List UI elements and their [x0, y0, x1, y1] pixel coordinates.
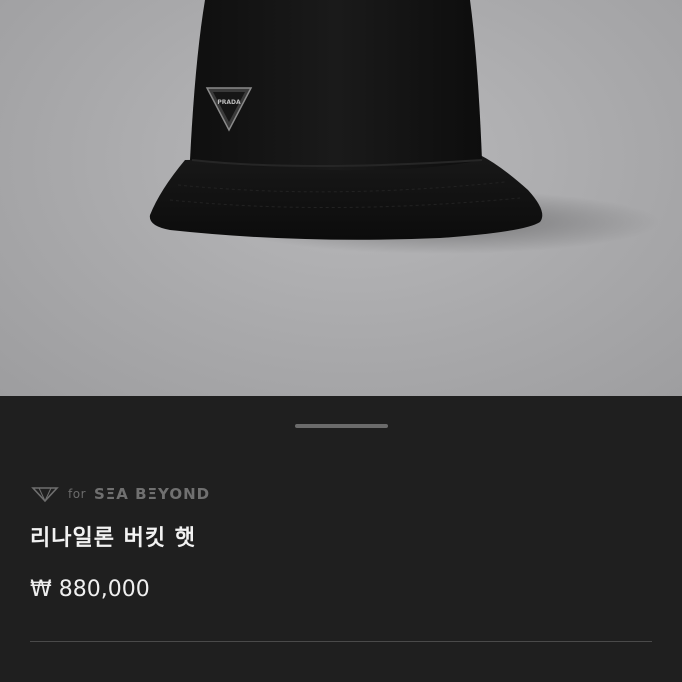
brand-prefix: for	[68, 487, 86, 501]
product-info-sheet: for SΞA BΞYOND 리나일론 버킷 햇 ₩ 880,000	[0, 396, 682, 682]
product-price: ₩ 880,000	[30, 577, 150, 602]
brand-row[interactable]: for SΞA BΞYOND	[30, 482, 210, 506]
svg-text:PRADA: PRADA	[217, 99, 241, 106]
sheet-drag-handle[interactable]	[295, 424, 388, 428]
product-title: 리나일론 버킷 햇	[30, 526, 196, 551]
section-divider	[30, 641, 652, 642]
product-image[interactable]: PRADA	[0, 0, 682, 396]
diamond-icon	[31, 487, 59, 503]
hat-crown	[190, 0, 482, 171]
bucket-hat-illustration: PRADA	[149, 0, 660, 254]
brand-name: SΞA BΞYOND	[94, 485, 211, 503]
